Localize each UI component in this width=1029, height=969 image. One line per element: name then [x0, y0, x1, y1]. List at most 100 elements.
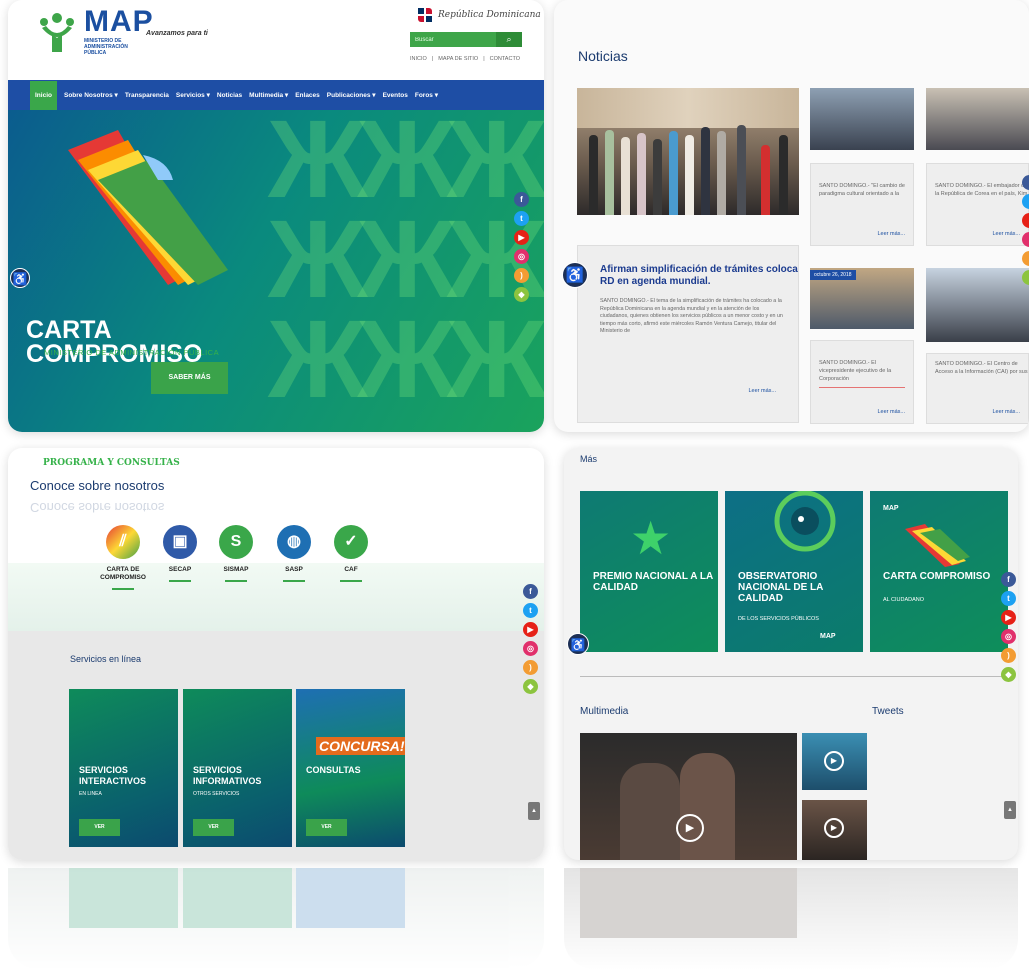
scroll-top-button[interactable]: ▲ — [1004, 801, 1016, 819]
nav-item-enlaces[interactable]: Enlaces — [295, 92, 320, 99]
twitter-icon[interactable]: t — [1001, 591, 1016, 606]
nav-item-servicios[interactable]: Servicios ▾ — [176, 91, 210, 99]
nav-item-eventos[interactable]: Eventos — [383, 92, 408, 99]
android-icon[interactable] — [1022, 270, 1029, 285]
service-tile-consultas[interactable]: CONCURSA!! CONSULTAS VER — [296, 689, 405, 847]
nav-item-sobre-nosotros[interactable]: Sobre Nosotros ▾ — [64, 91, 118, 99]
instagram-icon[interactable]: ◎ — [523, 641, 538, 656]
news-card-4[interactable]: SANTO DOMINGO.- El Centro de Acceso a la… — [926, 353, 1029, 424]
rss-icon[interactable]: ) — [523, 660, 538, 675]
news-card-3[interactable]: SANTO DOMINGO.- El vicepresidente ejecut… — [810, 340, 914, 424]
search-input[interactable] — [410, 32, 496, 47]
video-thumb-1[interactable]: ▶ — [802, 733, 867, 790]
tile-subtitle: AL CIUDADANO — [883, 597, 925, 603]
rss-icon[interactable] — [1022, 251, 1029, 266]
rss-icon[interactable]: ) — [1001, 648, 1016, 663]
search-button[interactable]: ⌕ — [496, 32, 522, 47]
news-photo-2[interactable] — [810, 88, 914, 150]
play-icon[interactable]: ▶ — [676, 814, 704, 842]
youtube-icon[interactable]: ▶ — [523, 622, 538, 637]
hero-banner: ЖЖЖ ЖЖЖ ЖЖЖ CARTA COMPROMISO MINISTERIO DE… — [8, 110, 544, 432]
instagram-icon[interactable] — [1022, 232, 1029, 247]
accessibility-icon[interactable]: ♿ — [562, 262, 588, 288]
facebook-icon[interactable]: f — [514, 192, 529, 207]
observatorio-tile[interactable]: OBSERVATORIO NACIONAL DE LA CALIDAD DE L… — [725, 491, 863, 652]
nav-item-inicio[interactable]: Inicio — [30, 80, 57, 110]
youtube-icon[interactable]: ▶ — [1001, 610, 1016, 625]
main-nav: Inicio Sobre Nosotros ▾ Transparencia Se… — [8, 80, 544, 110]
instagram-icon[interactable]: ◎ — [514, 249, 529, 264]
ver-button[interactable]: VER — [193, 819, 234, 836]
play-icon[interactable]: ▶ — [824, 751, 844, 771]
facebook-icon[interactable] — [1022, 175, 1029, 190]
read-more-link[interactable]: Leer más... — [992, 409, 1020, 415]
news-photo-5[interactable] — [926, 268, 1029, 342]
map-logo-icon — [40, 13, 74, 52]
program-underline — [225, 580, 247, 582]
scroll-top-button[interactable]: ▲ — [528, 802, 540, 820]
read-more-link[interactable]: Leer más... — [877, 231, 905, 237]
main-news-headline[interactable]: Afirman simplificación de trámites coloc… — [600, 264, 798, 288]
map-logo[interactable]: MAP MINISTERIO DE ADMINISTRACIÓN PÚBLICA — [38, 7, 154, 56]
read-more-link[interactable]: Leer más... — [877, 409, 905, 415]
program-caf[interactable]: ✓ CAF — [316, 525, 386, 582]
top-link-sitemap[interactable]: MAPA DE SITIO — [438, 56, 478, 62]
hero-title: CARTA COMPROMISO — [26, 318, 202, 367]
search-icon: ⌕ — [506, 34, 512, 44]
twitter-icon[interactable] — [1022, 194, 1029, 209]
program-underline — [340, 580, 362, 582]
news-card-1[interactable]: SANTO DOMINGO.- "El cambio de paradigma … — [810, 163, 914, 246]
youtube-icon[interactable] — [1022, 213, 1029, 228]
secap-icon: ▣ — [163, 525, 197, 559]
noticias-title: Noticias — [578, 48, 628, 64]
premio-nacional-tile[interactable]: ★ PREMIO NACIONAL A LA CALIDAD — [580, 491, 718, 652]
rss-icon[interactable]: ) — [514, 268, 529, 283]
card-divider — [819, 387, 905, 388]
accessibility-icon[interactable]: ♿ — [567, 633, 589, 655]
ver-button[interactable]: VER — [306, 819, 347, 836]
accessibility-icon[interactable]: ♿ — [10, 268, 30, 288]
hero-pattern: ЖЖЖ ЖЖЖ ЖЖЖ — [268, 110, 544, 421]
android-icon[interactable]: ◆ — [1001, 667, 1016, 682]
android-icon[interactable]: ◆ — [514, 287, 529, 302]
top-link-inicio[interactable]: INICIO — [410, 56, 427, 62]
instagram-icon[interactable]: ◎ — [1001, 629, 1016, 644]
nav-item-multimedia[interactable]: Multimedia ▾ — [249, 91, 288, 99]
nav-item-noticias[interactable]: Noticias — [217, 92, 242, 99]
carta-compromiso-tile[interactable]: MAP CARTA COMPROMISO AL CIUDADANO — [870, 491, 1008, 652]
read-more-link[interactable]: Leer más... — [992, 231, 1020, 237]
video-thumb-2[interactable]: ▶ — [802, 800, 867, 860]
twitter-icon[interactable]: t — [523, 603, 538, 618]
android-icon[interactable]: ◆ — [523, 679, 538, 694]
main-news-photo[interactable] — [577, 88, 799, 215]
youtube-icon[interactable]: ▶ — [514, 230, 529, 245]
reflection-video — [580, 868, 797, 938]
service-tile-interactivos[interactable]: SERVICIOS INTERACTIVOS EN LINEA VER — [69, 689, 178, 847]
programs-subheading: Conoce sobre nosotros — [30, 478, 165, 493]
twitter-icon[interactable]: t — [514, 211, 529, 226]
nav-item-transparencia[interactable]: Transparencia — [125, 92, 169, 99]
mas-title: Más — [580, 454, 598, 464]
top-link-contacto[interactable]: CONTACTO — [490, 56, 520, 62]
top-link-divider: | — [431, 56, 434, 62]
nav-item-publicaciones[interactable]: Publicaciones ▾ — [327, 91, 376, 99]
person-silhouette — [620, 763, 680, 860]
nav-item-foros[interactable]: Foros ▾ — [415, 91, 438, 99]
main-news-card[interactable]: Afirman simplificación de trámites coloc… — [577, 245, 799, 423]
facebook-icon[interactable]: f — [523, 584, 538, 599]
carta-compromiso-emblem — [905, 524, 970, 567]
person-silhouette — [701, 127, 710, 215]
ver-button[interactable]: VER — [79, 819, 120, 836]
saber-mas-button[interactable]: SABER MÁS — [151, 362, 228, 394]
main-video[interactable]: ▶ — [580, 733, 797, 860]
country-brand[interactable]: República Dominicana — [416, 6, 541, 24]
news-card-4-text: SANTO DOMINGO.- El Centro de Acceso a la… — [935, 361, 1028, 375]
read-more-link[interactable]: Leer más... — [748, 388, 776, 394]
search-box: ⌕ — [410, 32, 522, 47]
service-tile-informativos[interactable]: SERVICIOS INFORMATIVOS OTROS SERVICIOS V… — [183, 689, 292, 847]
programs-heading: PROGRAMA Y CONSULTAS — [43, 458, 180, 468]
news-card-2[interactable]: SANTO DOMINGO.- El embajador de la Repúb… — [926, 163, 1029, 246]
news-photo-3[interactable] — [926, 88, 1029, 150]
facebook-icon[interactable]: f — [1001, 572, 1016, 587]
play-icon[interactable]: ▶ — [824, 818, 844, 838]
